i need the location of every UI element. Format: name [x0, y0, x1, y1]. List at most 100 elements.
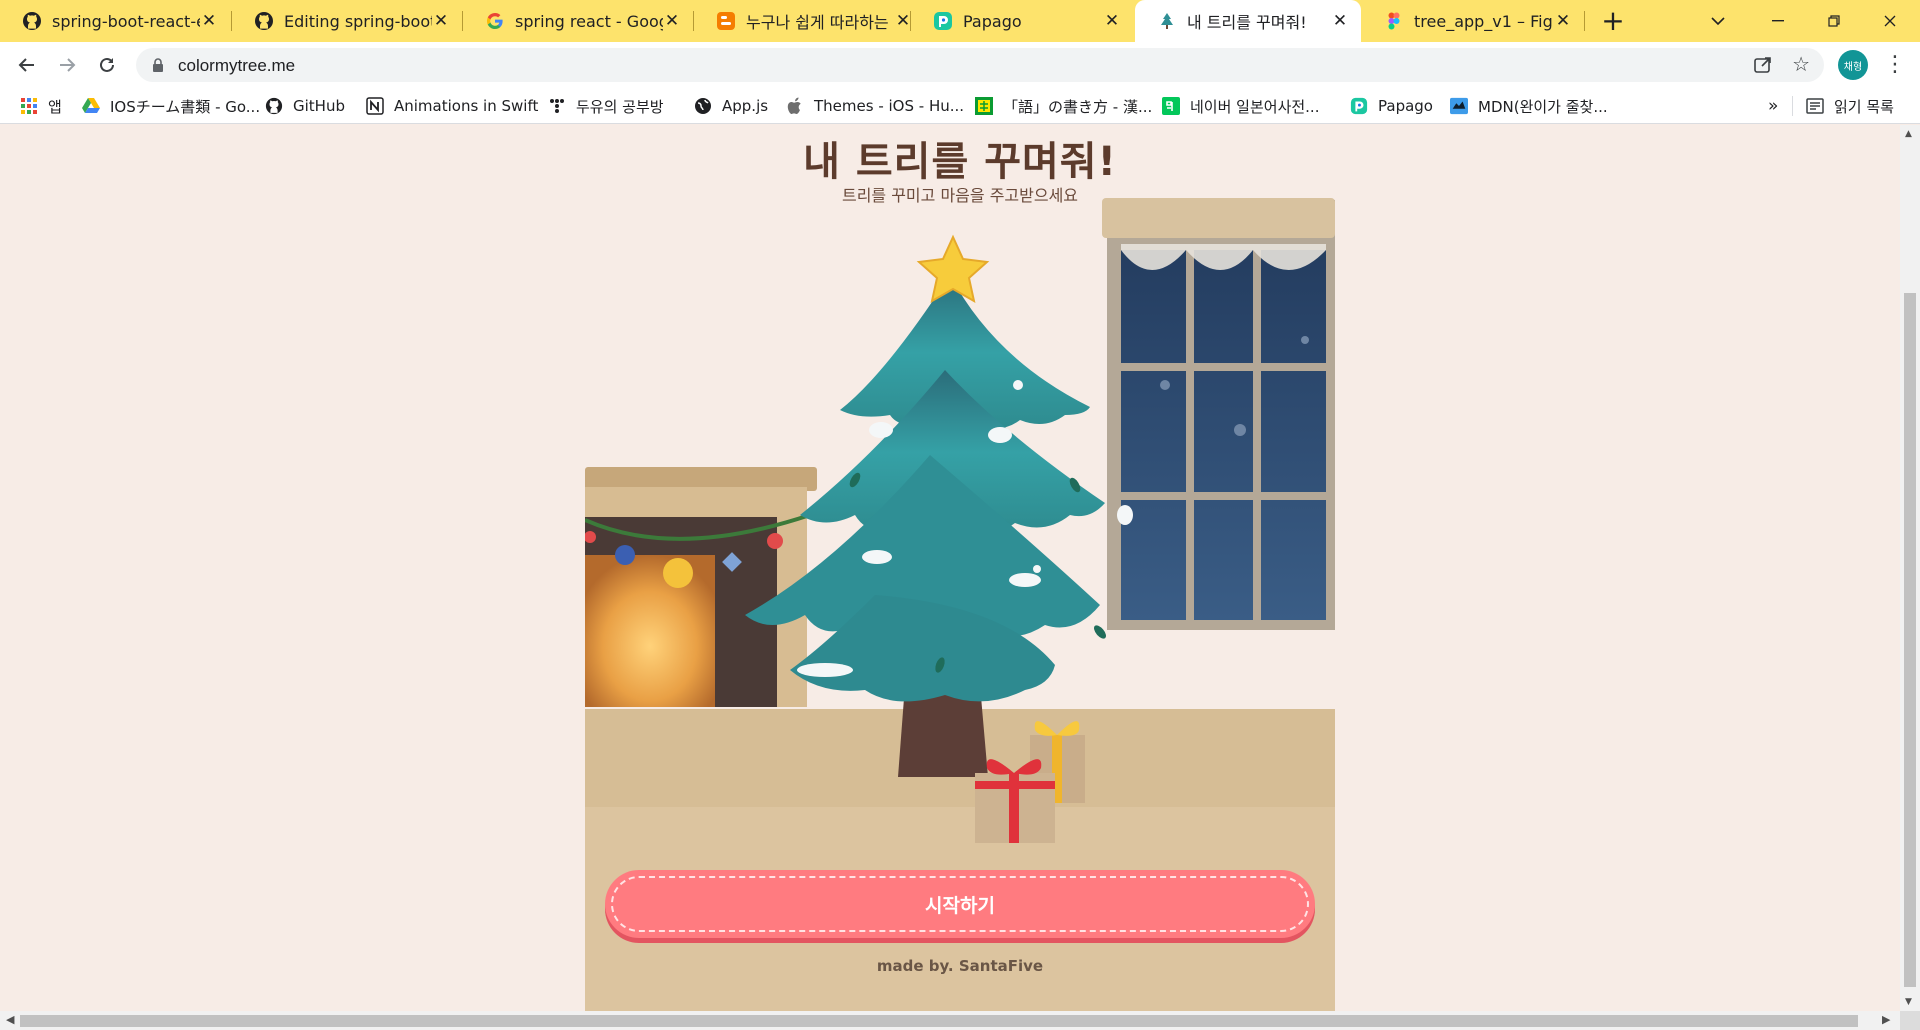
- kanji-icon: [975, 97, 993, 115]
- restore-button[interactable]: [1806, 0, 1862, 42]
- app-container: 내 트리를 꾸며줘! 트리를 꾸미고 마음을 주고받으세요 시작하기 made …: [585, 125, 1335, 1011]
- scroll-up-icon[interactable]: ▲: [1905, 129, 1912, 139]
- close-tab-icon[interactable]: ✕: [663, 12, 681, 30]
- bookmark-label: 네이버 일본어사전...: [1190, 97, 1320, 116]
- close-tab-icon[interactable]: ✕: [1103, 12, 1121, 30]
- reading-list-button[interactable]: 읽기 목록: [1806, 96, 1894, 116]
- bookmarks-overflow-button[interactable]: »: [1768, 96, 1778, 116]
- apple-icon: [786, 97, 804, 115]
- bookmark-label: MDN(완이가 줄찾...: [1478, 97, 1608, 116]
- scroll-down-icon[interactable]: ▼: [1905, 997, 1912, 1007]
- bookmark-themes-ios[interactable]: Themes - iOS - Hu...: [786, 96, 964, 116]
- github-icon: [254, 11, 274, 31]
- github-icon: [265, 97, 283, 115]
- apps-grid-icon: [20, 97, 38, 115]
- close-icon: [1884, 15, 1896, 27]
- tab-divider: [1584, 11, 1585, 31]
- bookmark-label: 앱: [48, 97, 62, 116]
- google-drive-icon: [82, 97, 100, 115]
- bookmarks-divider: [1792, 96, 1793, 116]
- tab-title: 누구나 쉽게 따라하는: [746, 13, 889, 32]
- restore-icon: [1828, 15, 1840, 27]
- mdn-icon: [1450, 97, 1468, 115]
- browser-toolbar: colormytree.me ☆ 채형 ⋮: [0, 42, 1920, 88]
- reload-button[interactable]: [92, 50, 122, 80]
- tab-strip: spring-boot-react-ex ✕ Editing spring-bo…: [0, 0, 1920, 42]
- tab-github-spring-boot[interactable]: spring-boot-react-ex ✕: [0, 0, 230, 42]
- papago-icon: [933, 11, 953, 31]
- close-tab-icon[interactable]: ✕: [200, 12, 218, 30]
- bookmark-study-room[interactable]: 두유의 공부방: [548, 96, 664, 116]
- close-tab-icon[interactable]: ✕: [432, 12, 450, 30]
- notion-icon: [366, 97, 384, 115]
- bookmark-star-icon[interactable]: ☆: [1792, 52, 1810, 76]
- bookmark-kanji[interactable]: 「語」の書き方 - 漢...: [975, 96, 1152, 116]
- bookmark-label: Papago: [1378, 97, 1433, 115]
- horizontal-scrollbar[interactable]: ◀ ▶: [0, 1011, 1900, 1030]
- scroll-left-icon[interactable]: ◀: [6, 1013, 14, 1026]
- naver-dict-icon: [1162, 97, 1180, 115]
- url-text: colormytree.me: [178, 56, 296, 75]
- address-bar[interactable]: colormytree.me ☆: [136, 48, 1824, 82]
- profile-avatar[interactable]: 채형: [1838, 50, 1868, 80]
- reading-list-label: 읽기 목록: [1834, 97, 1894, 116]
- tab-colormytree-active[interactable]: 내 트리를 꾸며줘! ✕: [1135, 0, 1361, 42]
- back-button[interactable]: [12, 50, 42, 80]
- dots-logo-icon: [548, 97, 566, 115]
- bookmark-animations-swift[interactable]: Animations in Swift: [366, 96, 538, 116]
- tab-papago[interactable]: Papago ✕: [911, 0, 1133, 42]
- bookmark-apps[interactable]: 앱: [20, 96, 62, 116]
- tab-title: Editing spring-boot-r: [284, 11, 432, 31]
- lock-icon: [153, 58, 163, 72]
- footer-credit: made by. SantaFive: [876, 957, 1044, 975]
- bookmark-ios-docs[interactable]: IOSチーム書類 - Go...: [82, 96, 260, 116]
- bookmark-mdn[interactable]: MDN(완이가 줄찾...: [1450, 96, 1608, 116]
- blogger-icon: [716, 11, 736, 31]
- fireplace: [585, 467, 817, 707]
- scroll-right-icon[interactable]: ▶: [1882, 1013, 1890, 1026]
- bookmark-label: 두유의 공부방: [576, 97, 664, 116]
- bookmark-naver-dict[interactable]: 네이버 일본어사전...: [1162, 96, 1319, 116]
- globe-icon: [694, 97, 712, 115]
- bookmark-label: Themes - iOS - Hu...: [814, 97, 965, 115]
- tree-icon: [1157, 11, 1177, 31]
- reload-icon: [100, 57, 114, 72]
- bookmark-papago[interactable]: Papago: [1350, 96, 1433, 116]
- bookmark-appjs[interactable]: App.js: [694, 96, 768, 116]
- vertical-scrollbar[interactable]: ▲ ▼: [1900, 125, 1920, 1011]
- close-tab-icon[interactable]: ✕: [1331, 12, 1349, 30]
- tab-title: tree_app_v1 – Figma: [1414, 11, 1554, 31]
- figma-icon: [1384, 11, 1404, 31]
- tab-title: spring react - Google: [515, 11, 663, 31]
- tab-github-editing[interactable]: Editing spring-boot-r ✕: [232, 0, 462, 42]
- tab-title: spring-boot-react-ex: [52, 11, 200, 31]
- bookmark-label: App.js: [722, 97, 769, 115]
- new-tab-button[interactable]: +: [1598, 6, 1628, 36]
- forward-button[interactable]: [52, 50, 82, 80]
- start-button-label: 시작하기: [925, 894, 995, 917]
- minimize-button[interactable]: [1750, 0, 1806, 42]
- tab-title: 내 트리를 꾸며줘!: [1187, 13, 1307, 32]
- horizontal-scroll-thumb[interactable]: [20, 1015, 1858, 1027]
- papago-icon: [1350, 97, 1368, 115]
- bookmarks-bar: 앱 IOSチーム書類 - Go... GitHub Animations in …: [0, 88, 1920, 124]
- tab-google-search[interactable]: spring react - Google ✕: [463, 0, 693, 42]
- scrollbar-corner: [1900, 1011, 1920, 1030]
- tab-blogger[interactable]: 누구나 쉽게 따라하는 ✕: [694, 0, 924, 42]
- close-tab-icon[interactable]: ✕: [1554, 12, 1572, 30]
- start-button[interactable]: 시작하기: [605, 870, 1315, 938]
- close-window-button[interactable]: [1862, 0, 1918, 42]
- tab-search-button[interactable]: [1690, 0, 1746, 42]
- bookmark-label: GitHub: [293, 97, 345, 115]
- bookmark-label: 「語」の書き方 - 漢...: [1003, 97, 1153, 116]
- google-icon: [485, 11, 505, 31]
- tab-figma[interactable]: tree_app_v1 – Figma ✕: [1362, 0, 1584, 42]
- more-menu-icon[interactable]: ⋮: [1880, 50, 1910, 80]
- page-title: 내 트리를 꾸며줘!: [803, 139, 1117, 185]
- bookmark-github[interactable]: GitHub: [265, 96, 345, 116]
- bookmark-label: Animations in Swift: [394, 97, 539, 115]
- arrow-left-icon: [18, 58, 34, 72]
- vertical-scroll-thumb[interactable]: [1904, 293, 1916, 987]
- share-icon[interactable]: [1752, 54, 1774, 76]
- bookmark-label: IOSチーム書類 - Go...: [110, 97, 261, 116]
